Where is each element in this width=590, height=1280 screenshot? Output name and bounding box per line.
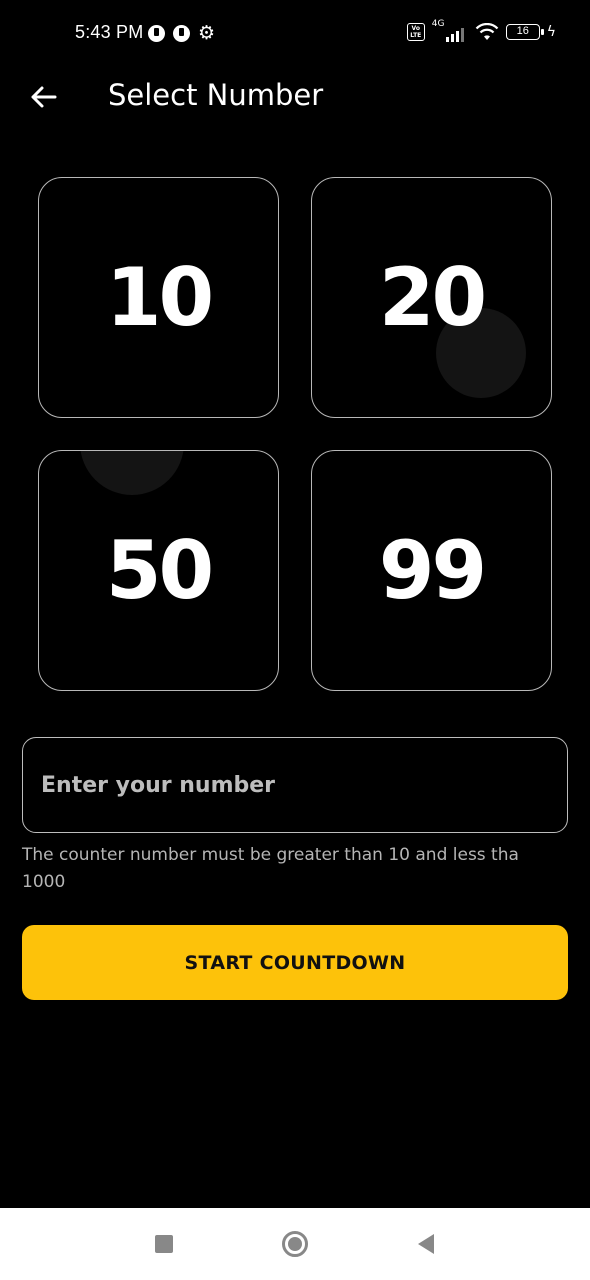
app-notification-icon: [173, 25, 190, 42]
wifi-icon: [475, 23, 499, 40]
system-nav-bar: [0, 1208, 590, 1280]
screen: 5:43 PM ⚙ Vo LTE 4G 16 ϟ Select Number 1…: [0, 0, 590, 1280]
status-notification-icons: ⚙: [148, 22, 216, 44]
recents-button[interactable]: [148, 1228, 180, 1260]
helper-text: The counter number must be greater than …: [22, 845, 519, 892]
number-option-99[interactable]: 99: [311, 450, 552, 691]
number-option-50[interactable]: 50: [38, 450, 279, 691]
status-bar: 5:43 PM ⚙ Vo LTE 4G 16 ϟ: [0, 0, 590, 68]
number-option-20[interactable]: 20: [311, 177, 552, 418]
arrow-left-icon: [31, 86, 57, 108]
number-option-10[interactable]: 10: [38, 177, 279, 418]
back-button[interactable]: [26, 80, 60, 114]
back-nav-button[interactable]: [410, 1228, 442, 1260]
charging-bolt-icon: ϟ: [546, 24, 556, 40]
number-option-label: 99: [378, 524, 487, 617]
status-time: 5:43 PM: [75, 22, 144, 42]
app-notification-icon: [148, 25, 165, 42]
app-header: Select Number: [0, 70, 590, 126]
square-icon: [155, 1235, 173, 1253]
number-option-label: 20: [378, 251, 487, 344]
number-option-label: 10: [105, 251, 214, 344]
network-type-label: 4G: [431, 19, 445, 29]
number-input[interactable]: [22, 737, 568, 833]
volte-icon: Vo LTE: [406, 23, 425, 41]
status-system-icons: Vo LTE 4G 16 ϟ: [406, 19, 556, 42]
number-option-label: 50: [105, 524, 214, 617]
signal-icon: 4G: [431, 19, 468, 42]
home-button[interactable]: [279, 1228, 311, 1260]
triangle-back-icon: [418, 1234, 434, 1254]
battery-icon: 16: [505, 24, 544, 40]
touch-ripple: [80, 451, 184, 495]
circle-icon: [282, 1231, 308, 1257]
gear-icon: ⚙: [198, 22, 216, 44]
start-countdown-button[interactable]: START COUNTDOWN: [22, 925, 568, 1000]
page-title: Select Number: [108, 78, 324, 112]
